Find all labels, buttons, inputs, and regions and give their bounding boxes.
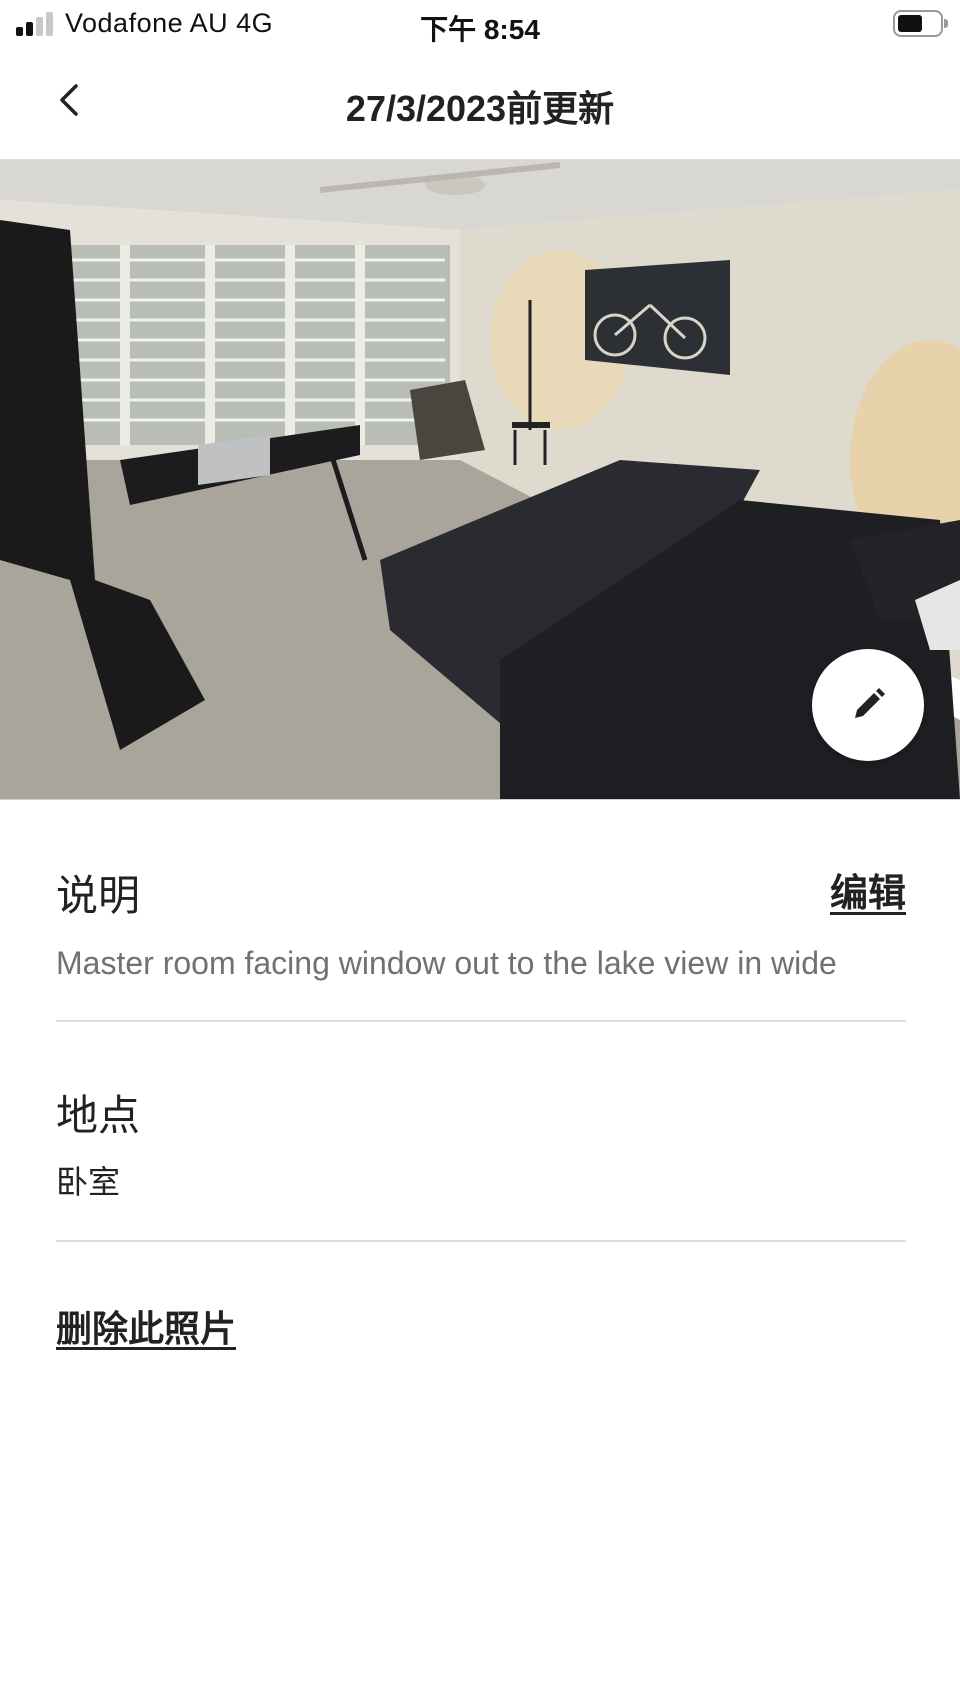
description-text: Master room facing window out to the lak…	[56, 945, 837, 981]
status-time: 下午 8:54	[420, 14, 540, 45]
edit-description-link[interactable]: 编辑	[830, 862, 906, 917]
location-title: 地点	[56, 1092, 141, 1139]
page-title: 27/3/2023前更新	[345, 88, 615, 129]
description-section: 说明 编辑 Master room facing window out to t…	[56, 862, 906, 982]
delete-photo-link[interactable]: 删除此照片	[56, 1300, 236, 1352]
location-section: 地点 卧室	[56, 1082, 906, 1203]
edit-photo-button[interactable]	[812, 649, 924, 761]
divider	[56, 1020, 906, 1022]
status-bar: Vodafone AU 4G 下午 8:54	[0, 0, 960, 50]
divider	[56, 1240, 906, 1242]
pencil-icon	[855, 688, 885, 718]
location-value: 卧室	[56, 1164, 121, 1200]
battery-icon	[893, 10, 948, 37]
nav-bar: 27/3/2023前更新	[0, 50, 960, 160]
description-title: 说明	[56, 872, 141, 919]
